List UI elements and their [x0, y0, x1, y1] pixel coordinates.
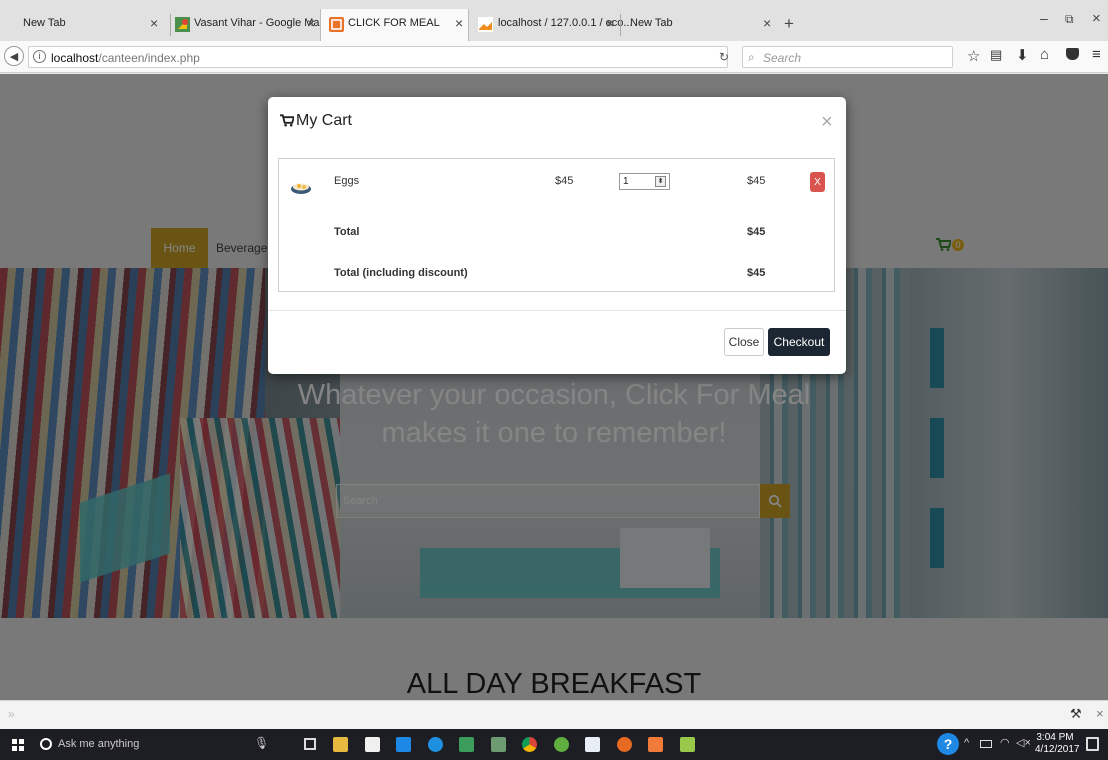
- cortana-placeholder: Ask me anything: [58, 738, 140, 750]
- pocket-icon[interactable]: [1066, 48, 1079, 60]
- info-icon[interactable]: i: [33, 50, 46, 63]
- dropbox-icon[interactable]: [396, 737, 411, 752]
- windows-start-icon[interactable]: [12, 739, 24, 751]
- close-icon[interactable]: ×: [1096, 706, 1104, 721]
- tab-title: CLICK FOR MEAL: [348, 17, 440, 29]
- site-favicon-icon: [329, 17, 344, 32]
- clock[interactable]: 3:04 PM 4/12/2017: [1035, 732, 1080, 756]
- store-icon[interactable]: [365, 737, 380, 752]
- browser-status-bar: » ⚒ ×: [0, 700, 1108, 729]
- remove-label: X: [814, 176, 821, 188]
- firefox-icon[interactable]: [617, 737, 632, 752]
- url-path: /canteen/index.php: [98, 51, 200, 65]
- menu-icon[interactable]: ≡: [1092, 46, 1101, 63]
- google-maps-icon: [175, 17, 190, 32]
- battery-icon[interactable]: [980, 740, 992, 748]
- home-icon[interactable]: ⌂: [1040, 46, 1049, 63]
- reload-icon[interactable]: ↻: [719, 50, 729, 64]
- tab-close-icon[interactable]: ×: [150, 15, 158, 31]
- clock-time: 3:04 PM: [1036, 732, 1074, 743]
- reading-list-icon[interactable]: ▤: [990, 47, 1002, 63]
- notepad-plus-icon[interactable]: [680, 737, 695, 752]
- url-text: localhost/canteen/index.php: [51, 51, 200, 65]
- app-icon[interactable]: [491, 737, 506, 752]
- download-icon[interactable]: ⬇: [1016, 46, 1029, 64]
- item-price: $45: [555, 175, 574, 187]
- modal-footer-divider: [268, 310, 846, 311]
- cart-icon: [280, 114, 294, 127]
- notification-center-icon[interactable]: [1086, 737, 1099, 751]
- tab-title: New Tab: [23, 17, 66, 29]
- tab-close-icon[interactable]: ×: [763, 15, 771, 31]
- new-tab-button[interactable]: +: [784, 14, 794, 34]
- close-button[interactable]: Close: [724, 328, 764, 356]
- navigation-bar: ◀ i localhost/canteen/index.php ↻ ⌕ Sear…: [0, 41, 1108, 73]
- tab-close-icon[interactable]: ×: [455, 15, 463, 31]
- remove-item-button[interactable]: X: [810, 172, 825, 192]
- stepper-arrows-icon[interactable]: ⬍: [655, 176, 666, 187]
- task-view-icon[interactable]: [304, 738, 316, 750]
- utorrent-icon[interactable]: [554, 737, 569, 752]
- tab-close-icon[interactable]: ×: [307, 15, 315, 31]
- notepad-icon[interactable]: [585, 737, 600, 752]
- wrench-icon[interactable]: ⚒: [1070, 706, 1082, 722]
- discount-total-label: Total (including discount): [334, 267, 468, 279]
- modal-header: My Cart ×: [268, 97, 846, 150]
- cart-table: Eggs $45 1 ⬍ $45 X Total $45 Total (incl…: [278, 158, 835, 292]
- microphone-icon[interactable]: 🎙: [254, 736, 269, 750]
- browser-tab-bar: New Tab × Vasant Vihar - Google Maps × C…: [0, 0, 1108, 41]
- tab-close-icon[interactable]: ×: [606, 15, 614, 31]
- close-button-label: Close: [728, 335, 760, 349]
- chrome-icon[interactable]: [522, 737, 537, 752]
- tab-new-tab-1[interactable]: New Tab ×: [0, 9, 170, 41]
- item-name: Eggs: [334, 175, 360, 187]
- discount-total-value: $45: [747, 267, 766, 279]
- minimize-button[interactable]: –: [1040, 10, 1048, 26]
- browser-search-input[interactable]: ⌕ Search: [742, 46, 953, 68]
- file-explorer-icon[interactable]: [333, 737, 348, 752]
- search-placeholder: Search: [763, 51, 802, 65]
- checkout-button[interactable]: Checkout: [768, 328, 830, 356]
- cart-modal: My Cart × Eggs $45 1 ⬍ $45 X Total $45 T…: [268, 97, 846, 374]
- xampp-icon[interactable]: [648, 737, 663, 752]
- eggs-thumbnail-icon: [291, 183, 311, 194]
- tray-chevron-icon[interactable]: ^: [964, 737, 969, 749]
- checkout-button-label: Checkout: [773, 335, 825, 349]
- url-bar[interactable]: i localhost/canteen/index.php ↻: [28, 46, 729, 68]
- quantity-stepper[interactable]: 1 ⬍: [619, 173, 670, 190]
- search-icon: ⌕: [748, 50, 755, 64]
- item-subtotal: $45: [747, 175, 766, 187]
- back-button[interactable]: ◀: [4, 46, 24, 66]
- cortana-search-input[interactable]: Ask me anything 🎙: [36, 729, 276, 760]
- wifi-icon[interactable]: ◠: [1000, 736, 1010, 749]
- clock-date: 4/12/2017: [1035, 744, 1080, 755]
- help-icon[interactable]: ?: [937, 733, 959, 755]
- volume-icon[interactable]: ◁×: [1016, 736, 1031, 749]
- cart-item-row: Eggs $45 1 ⬍ $45 X: [279, 159, 834, 209]
- modal-close-icon[interactable]: ×: [821, 111, 833, 134]
- windows-taskbar: Ask me anything 🎙 ? ^ ◠ ◁× 3:04 PM 4/12/…: [0, 729, 1108, 760]
- bookmark-star-icon[interactable]: ☆: [967, 47, 980, 65]
- tab-new-tab-2[interactable]: New Tab ×: [621, 9, 779, 41]
- chevron-right-icon[interactable]: »: [8, 707, 15, 721]
- phpmyadmin-icon: [478, 17, 493, 32]
- edge-icon[interactable]: [428, 737, 443, 752]
- tab-google-maps[interactable]: Vasant Vihar - Google Maps ×: [171, 9, 331, 41]
- tab-click-for-meal[interactable]: CLICK FOR MEAL ×: [320, 9, 469, 41]
- total-label: Total: [334, 226, 360, 238]
- window-close-button[interactable]: ×: [1092, 10, 1101, 27]
- restore-button[interactable]: ⧉: [1065, 12, 1074, 27]
- cortana-circle-icon: [40, 738, 52, 750]
- total-value: $45: [747, 226, 766, 238]
- quantity-value: 1: [623, 176, 629, 187]
- tab-title: New Tab: [630, 17, 673, 29]
- modal-title: My Cart: [296, 112, 352, 129]
- url-host: localhost: [51, 51, 99, 65]
- tripadvisor-icon[interactable]: [459, 737, 474, 752]
- tab-phpmyadmin[interactable]: localhost / 127.0.0.1 / eco... ×: [470, 9, 633, 41]
